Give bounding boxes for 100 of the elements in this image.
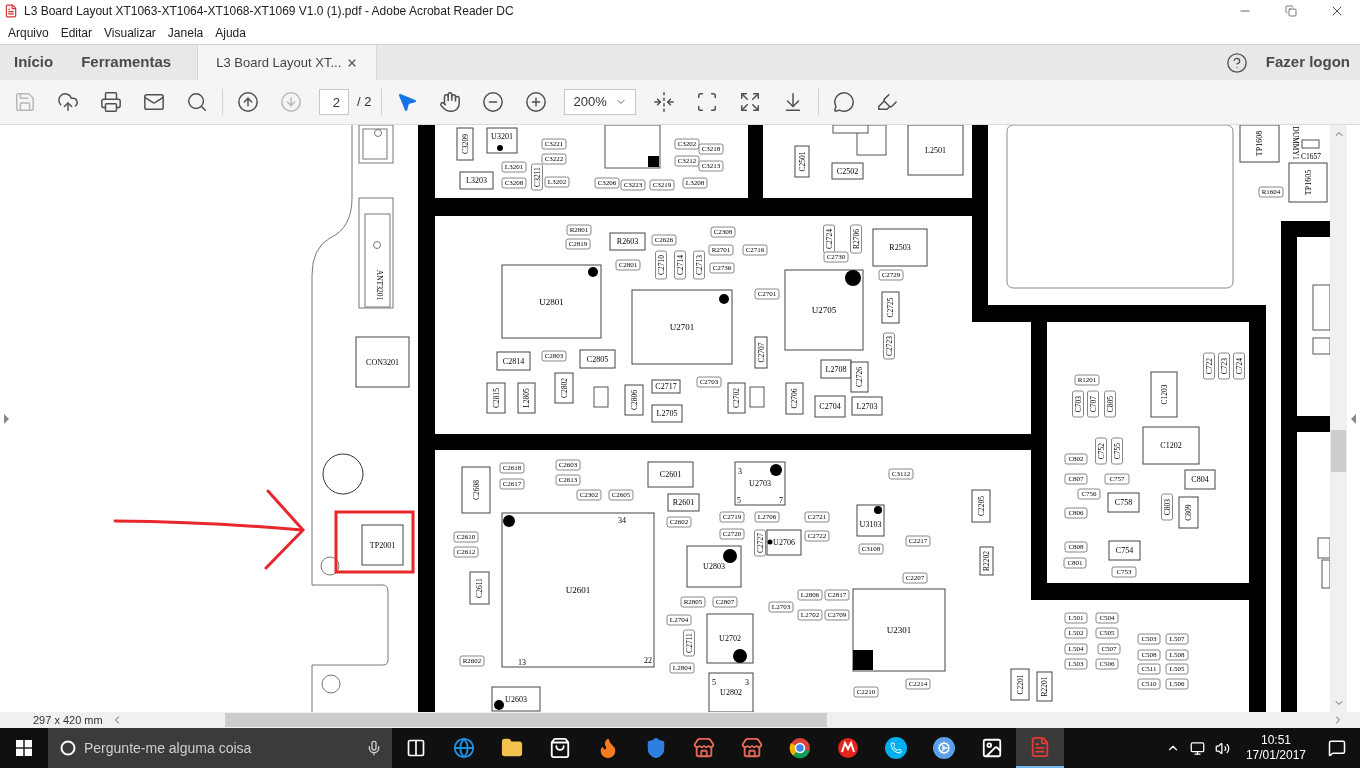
component-outline <box>749 386 765 408</box>
clock-time[interactable]: 10:51 <box>1260 733 1291 748</box>
highlighter-icon <box>876 91 899 113</box>
ring-icon <box>60 740 76 756</box>
component-footprint: U2301 <box>852 588 946 672</box>
expand-icon <box>739 91 762 113</box>
component-footprint: C2805 <box>579 349 616 369</box>
clock-date[interactable]: 17/01/2017 <box>1245 748 1306 763</box>
component-footprint: C804 <box>1184 469 1216 490</box>
zoom-in-icon <box>525 91 548 113</box>
folder-icon <box>501 737 523 759</box>
shield-icon <box>645 737 667 759</box>
sign-in-button[interactable]: Fazer logon <box>1265 51 1350 74</box>
fit-width-icon <box>653 91 676 113</box>
component-footprint: C758 <box>1107 492 1140 513</box>
connector-footprint <box>358 125 394 164</box>
pin-number: 3 <box>738 466 742 476</box>
hand-icon <box>439 91 462 113</box>
menu-item[interactable]: Editar <box>60 24 93 42</box>
page-number-field[interactable]: 2 <box>319 89 349 115</box>
volume-icon[interactable] <box>1214 740 1230 756</box>
component-footprint: TP1608 <box>1239 125 1280 163</box>
help-icon[interactable] <box>1225 51 1248 74</box>
task-view-icon <box>406 738 426 758</box>
image-icon <box>981 737 1003 759</box>
component-footprint: C2717 <box>651 379 681 394</box>
component-footprint: U3103 <box>856 504 885 537</box>
network-icon[interactable] <box>1189 740 1205 756</box>
component-footprint: U2701 <box>631 289 733 365</box>
component-footprint: U3201 <box>486 127 518 154</box>
menu-item[interactable]: Janela <box>167 24 204 42</box>
wing-circle-icon <box>837 737 859 759</box>
component-footprint: U2705 <box>784 269 864 351</box>
zoom-out-icon <box>482 91 505 113</box>
nav-tab[interactable]: Início <box>0 45 68 80</box>
component-footprint: TP1605 <box>1288 162 1328 203</box>
pin-number: 13 <box>518 657 526 667</box>
component-footprint: CON3201 <box>355 336 410 388</box>
component-footprint: C2704 <box>814 395 846 418</box>
fit-page-icon <box>696 91 719 113</box>
menu-item[interactable]: Visualizar <box>104 24 156 42</box>
shopping-bag-icon <box>549 737 571 759</box>
component-footprint: R2503 <box>872 228 928 267</box>
printer-icon <box>100 91 122 113</box>
cursor-icon <box>396 91 419 113</box>
storefront-icon <box>693 737 715 759</box>
component-footprint: R2603 <box>609 232 646 251</box>
document-tab[interactable]: L3 Board Layout XT... <box>197 45 378 80</box>
window-title: L3 Board Layout XT1063-XT1064-XT1068-XT1069 V1.0 (1).pdf - Adobe Acrobat Reader DC <box>24 3 514 20</box>
component-footprint: U2702 <box>706 613 754 664</box>
pin-number: 3 <box>745 677 749 687</box>
mounting-hole <box>320 556 340 576</box>
storefront-icon <box>741 737 763 759</box>
segmented-circle-icon <box>789 737 811 759</box>
panel-toggle-icon[interactable] <box>3 413 9 424</box>
menu-item[interactable]: Ajuda <box>215 24 246 42</box>
scrollbar-thumb[interactable] <box>1331 430 1346 472</box>
nav-tab[interactable]: Ferramentas <box>67 45 186 80</box>
cloud-upload-icon <box>57 91 79 113</box>
pdf-file-icon <box>4 4 18 18</box>
scrollbar-thumb[interactable] <box>225 713 827 727</box>
pin-marker-icon <box>648 156 659 167</box>
notifications-icon[interactable] <box>1328 739 1346 757</box>
component-footprint: U2603 <box>491 686 541 712</box>
four-panes-icon <box>16 740 32 756</box>
component-footprint: U2706 <box>766 529 802 556</box>
zoom-dropdown[interactable]: 200% <box>564 89 637 115</box>
component-footprint: C754 <box>1108 540 1141 561</box>
page-size-label: 297 x 420 mm <box>32 712 103 728</box>
arrow-down-circle-icon <box>280 91 302 113</box>
mounting-hole <box>322 453 364 495</box>
gear-icon <box>933 737 955 759</box>
component-footprint: C2601 <box>647 461 694 488</box>
component-footprint: C2814 <box>496 351 531 371</box>
component-footprint: L2703 <box>851 396 883 416</box>
pin-number: 5 <box>737 495 741 505</box>
component-outline <box>593 386 609 408</box>
mounting-hole <box>321 674 341 694</box>
document-icon <box>1029 736 1051 758</box>
component-footprint: C1202 <box>1142 426 1200 465</box>
search-icon <box>186 91 208 113</box>
microphone-icon[interactable] <box>366 740 382 756</box>
component-footprint: L2501 <box>907 125 964 176</box>
pin-number: 5 <box>712 677 716 687</box>
menu-item[interactable]: Arquivo <box>8 24 49 42</box>
speech-bubble-icon <box>833 91 856 113</box>
pin-number: 7 <box>779 495 783 505</box>
pin-number: 22 <box>644 655 652 665</box>
component-footprint: L3203 <box>459 171 494 190</box>
component-footprint: U2803 <box>686 545 742 588</box>
tab-label: L3 Board Layout XT... <box>216 53 342 72</box>
panel-toggle-icon[interactable] <box>1351 413 1356 424</box>
pin-number: 34 <box>618 515 626 525</box>
vertical-scrollbar[interactable] <box>1330 125 1347 712</box>
search-field[interactable]: Pergunte-me alguma coisa <box>48 728 392 768</box>
component-footprint: R2601 <box>667 493 700 512</box>
component-footprint: C2502 <box>831 162 864 180</box>
component-outline <box>1301 139 1320 149</box>
globe-icon <box>453 737 475 759</box>
envelope-icon <box>143 91 165 113</box>
